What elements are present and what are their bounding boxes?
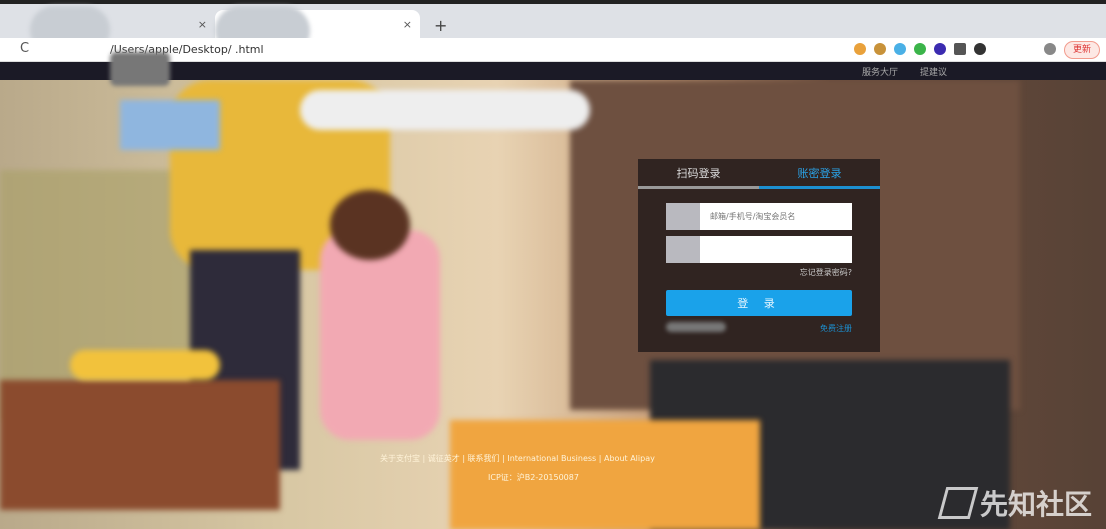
username-field[interactable] xyxy=(666,203,852,230)
watermark: 先知社区 xyxy=(937,483,1092,523)
extension-icon[interactable] xyxy=(954,43,966,55)
nav-link[interactable]: 提建议 xyxy=(920,65,947,78)
forgot-password-link[interactable]: 忘记登录密码? xyxy=(800,267,852,278)
username-input[interactable] xyxy=(700,203,852,230)
extension-icon[interactable] xyxy=(874,43,886,55)
close-tab-icon[interactable]: × xyxy=(403,18,412,31)
extension-icon[interactable] xyxy=(854,43,866,55)
password-field[interactable] xyxy=(666,236,852,263)
register-link[interactable]: 免费注册 xyxy=(820,323,852,334)
extension-icon[interactable] xyxy=(934,43,946,55)
extension-icon[interactable] xyxy=(894,43,906,55)
footer-links[interactable]: 关于支付宝 | 诚征英才 | 联系我们 | International Busi… xyxy=(380,453,655,464)
login-button[interactable]: 登 录 xyxy=(666,290,852,316)
lock-icon xyxy=(666,236,700,263)
password-input[interactable] xyxy=(700,236,852,263)
update-button[interactable]: 更新 xyxy=(1063,41,1100,59)
tab-password-login[interactable]: 账密登录 xyxy=(759,159,880,186)
user-icon xyxy=(666,203,700,230)
login-panel: 扫码登录 账密登录 忘记登录密码? 登 录 免费注册 xyxy=(638,159,880,352)
close-tab-icon[interactable]: × xyxy=(198,18,207,31)
puzzle-icon[interactable] xyxy=(974,43,986,55)
redaction xyxy=(666,322,726,332)
browser-tab-bar: × × + xyxy=(0,0,1106,56)
tab-qr-login[interactable]: 扫码登录 xyxy=(638,159,759,186)
redaction xyxy=(110,52,170,86)
reload-icon[interactable]: C xyxy=(20,41,29,56)
nav-link[interactable]: 服务大厅 xyxy=(862,65,898,78)
watermark-logo-icon xyxy=(937,487,979,519)
extension-icon[interactable] xyxy=(914,43,926,55)
profile-avatar[interactable] xyxy=(1044,43,1056,55)
footer-icp: ICP证：沪B2-20150087 xyxy=(488,473,579,482)
new-tab-button[interactable]: + xyxy=(434,16,447,35)
watermark-text: 先知社区 xyxy=(979,488,1092,521)
